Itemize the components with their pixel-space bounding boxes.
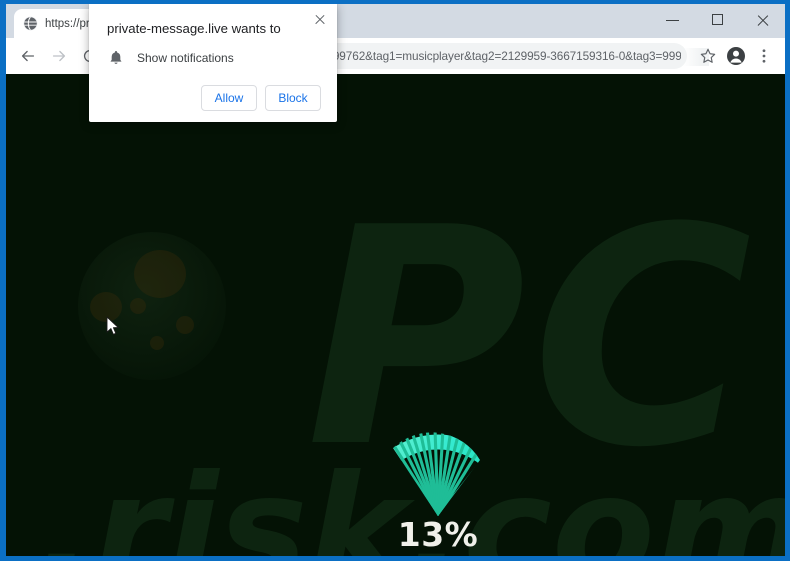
browser-window: https://private-message.live/gif-l [6, 4, 785, 556]
progress-percent-label: 13% [397, 515, 479, 554]
chrome-menu-button[interactable] [751, 43, 777, 69]
screenshot-frame: https://private-message.live/gif-l [0, 0, 790, 561]
dialog-permission-row: Show notifications [107, 49, 321, 67]
artwork-blob [134, 250, 186, 298]
block-button[interactable]: Block [265, 85, 321, 111]
page-viewport: PC .risk .com 13% [6, 74, 785, 556]
arrow-left-icon [21, 50, 35, 61]
artwork-blob [90, 292, 122, 322]
three-dots-icon [762, 48, 766, 63]
spinner-arc-icon [393, 432, 480, 516]
player-artwork-placeholder [78, 232, 226, 380]
artwork-blob [176, 316, 194, 334]
window-close-button[interactable] [740, 4, 785, 35]
dialog-title: private-message.live wants to [107, 21, 281, 36]
loading-spinner [363, 426, 513, 516]
star-icon [700, 48, 716, 63]
minimize-button[interactable] [650, 4, 695, 35]
permission-item-label: Show notifications [137, 51, 234, 65]
window-controls [650, 4, 785, 38]
back-button[interactable] [14, 42, 42, 70]
globe-icon [23, 16, 38, 31]
dialog-actions: Allow Block [107, 85, 321, 111]
bookmark-star-button[interactable] [695, 43, 721, 69]
arrow-right-icon [52, 50, 66, 61]
watermark-risk: .risk [36, 444, 408, 556]
notification-permission-dialog: private-message.live wants to Show notif… [89, 4, 337, 122]
bell-icon [107, 49, 125, 67]
artwork-blob [150, 336, 164, 350]
avatar-icon [727, 46, 745, 65]
forward-button[interactable] [45, 42, 73, 70]
maximize-button[interactable] [695, 4, 740, 35]
profile-avatar-button[interactable] [723, 43, 749, 69]
allow-button[interactable]: Allow [201, 85, 257, 111]
artwork-blob [130, 298, 146, 314]
dialog-close-icon[interactable] [312, 12, 328, 28]
